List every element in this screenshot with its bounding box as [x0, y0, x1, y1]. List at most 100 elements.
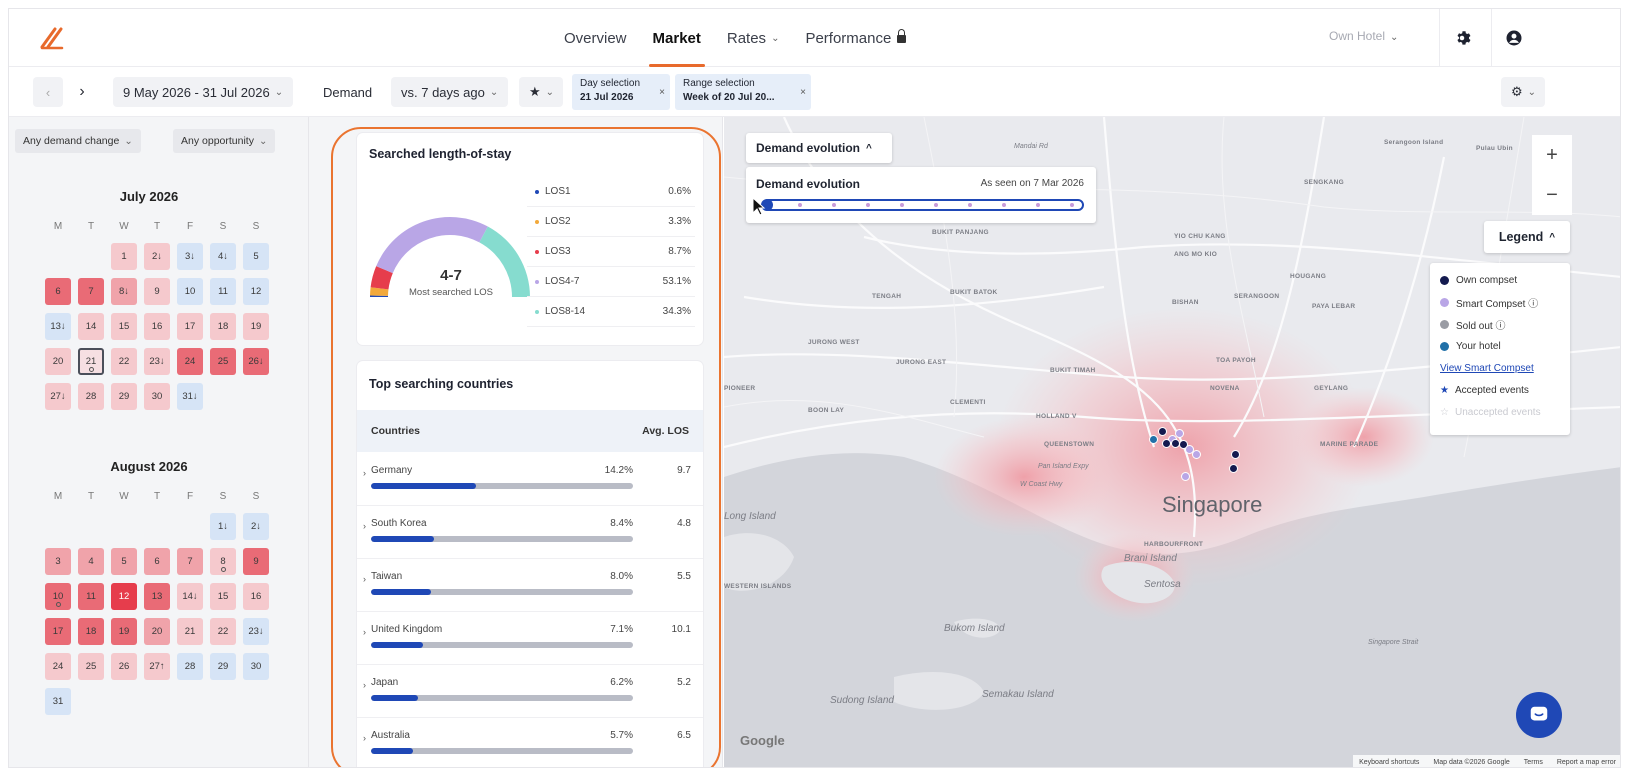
calendar-day[interactable]: 21 [78, 348, 104, 375]
calendar-day[interactable]: 29 [210, 653, 236, 680]
calendar-day[interactable]: 30 [144, 383, 170, 410]
hotel-marker[interactable] [1192, 450, 1201, 459]
legend-accepted-events[interactable]: ★ Accepted events [1440, 379, 1560, 401]
calendar-day[interactable]: 8↓ [111, 278, 137, 305]
calendar-day[interactable]: 2↓ [243, 513, 269, 540]
report-map-error-link[interactable]: Report a map error [1557, 759, 1616, 766]
hotel-marker[interactable] [1175, 429, 1184, 438]
close-icon[interactable]: × [659, 86, 665, 100]
calendar-day[interactable]: 10 [177, 278, 203, 305]
country-row[interactable]: › Japan 6.2% 5.2 [357, 665, 703, 718]
gauge-segment-los4-7[interactable] [376, 217, 488, 274]
calendar-day[interactable]: 12 [243, 278, 269, 305]
calendar-day[interactable]: 9 [243, 548, 269, 575]
calendar-day[interactable]: 14↓ [177, 583, 203, 610]
legend-unaccepted-events[interactable]: ☆ Unaccepted events [1440, 401, 1560, 423]
zoom-out-button[interactable]: − [1532, 175, 1572, 215]
calendar-day[interactable]: 15 [111, 313, 137, 340]
calendar-day[interactable]: 18 [210, 313, 236, 340]
calendar-day[interactable]: 1↓ [210, 513, 236, 540]
tab-overview[interactable]: Overview [564, 9, 627, 67]
calendar-day[interactable]: 28 [78, 383, 104, 410]
calendar-day[interactable]: 25 [78, 653, 104, 680]
calendar-day[interactable]: 22 [210, 618, 236, 645]
timeline-tick[interactable] [934, 203, 938, 207]
calendar-day[interactable]: 18 [78, 618, 104, 645]
legend-item[interactable]: Own compset [1440, 269, 1560, 291]
country-row[interactable]: › Germany 14.2% 9.7 [357, 453, 703, 506]
calendar-day[interactable]: 31↓ [177, 383, 203, 410]
calendar-day[interactable]: 30 [243, 653, 269, 680]
view-settings-button[interactable]: ⚙ ⌄ [1501, 77, 1545, 107]
calendar-day[interactable]: 5 [111, 548, 137, 575]
calendar-day[interactable]: 12 [111, 583, 137, 610]
calendar-day[interactable]: 19 [111, 618, 137, 645]
calendar-day[interactable]: 11 [78, 583, 104, 610]
calendar-day[interactable]: 3 [45, 548, 71, 575]
day-selection-chip[interactable]: Day selection 21 Jul 2026 × [572, 74, 670, 110]
chat-launcher-button[interactable] [1516, 692, 1562, 738]
demand-map[interactable]: Serangoon Island Pulau Ubin SENGKANG BUKIT … [724, 117, 1620, 767]
calendar-day[interactable]: 6 [144, 548, 170, 575]
calendar-day[interactable]: 20 [144, 618, 170, 645]
calendar-day[interactable]: 16 [144, 313, 170, 340]
demand-change-filter[interactable]: Any demand change ⌄ [15, 129, 141, 153]
chevron-right-icon[interactable]: › [363, 680, 366, 690]
calendar-day[interactable]: 7 [78, 278, 104, 305]
star-filter-select[interactable]: ★ ⌄ [519, 77, 563, 107]
calendar-day[interactable]: 24 [45, 653, 71, 680]
calendar-day[interactable]: 17 [45, 618, 71, 645]
calendar-day[interactable]: 10 [45, 583, 71, 610]
calendar-day[interactable]: 7 [177, 548, 203, 575]
calendar-day[interactable]: 17 [177, 313, 203, 340]
calendar-day[interactable]: 27↓ [45, 383, 71, 410]
calendar-day[interactable]: 15 [210, 583, 236, 610]
calendar-day[interactable]: 22 [111, 348, 137, 375]
calendar-day[interactable]: 24 [177, 348, 203, 375]
country-row[interactable]: › Taiwan 8.0% 5.5 [357, 559, 703, 612]
calendar-day[interactable]: 23↓ [144, 348, 170, 375]
range-selection-chip[interactable]: Range selection Week of 20 Jul 20... × [675, 74, 811, 110]
calendar-day[interactable]: 8 [210, 548, 236, 575]
next-period-button[interactable]: › [69, 77, 95, 107]
timeline-slider[interactable] [761, 199, 1084, 211]
tab-market[interactable]: Market [648, 9, 706, 67]
calendar-day[interactable]: 27↑ [144, 653, 170, 680]
tab-rates[interactable]: Rates ⌄ [727, 9, 780, 67]
calendar-day[interactable]: 20 [45, 348, 71, 375]
calendar-day[interactable]: 2↓ [144, 243, 170, 270]
your-hotel-marker[interactable] [1149, 435, 1158, 444]
chevron-right-icon[interactable]: › [363, 733, 366, 743]
legend-item[interactable]: Smart Compset ⓘ [1440, 291, 1560, 313]
demand-evolution-toggle[interactable]: Demand evolution ^ [746, 133, 892, 163]
calendar-day[interactable]: 5 [243, 243, 269, 270]
hotel-marker[interactable] [1162, 439, 1171, 448]
calendar-day[interactable]: 25 [210, 348, 236, 375]
calendar-day[interactable]: 21 [177, 618, 203, 645]
chevron-right-icon[interactable]: › [363, 468, 366, 478]
previous-period-button[interactable]: ‹ [33, 77, 63, 107]
country-row[interactable]: › United Kingdom 7.1% 10.1 [357, 612, 703, 665]
date-range-select[interactable]: 9 May 2026 - 31 Jul 2026 ⌄ [113, 77, 294, 107]
calendar-day[interactable]: 4 [78, 548, 104, 575]
legend-item[interactable]: Your hotel [1440, 335, 1560, 357]
account-button[interactable] [1497, 21, 1531, 55]
calendar-day[interactable]: 6 [45, 278, 71, 305]
calendar-day[interactable]: 31 [45, 688, 71, 715]
calendar-day[interactable]: 23↓ [243, 618, 269, 645]
brand-logo-icon[interactable] [39, 25, 65, 51]
chevron-right-icon[interactable]: › [363, 574, 366, 584]
compare-select[interactable]: vs. 7 days ago ⌄ [391, 77, 509, 107]
calendar-day[interactable]: 16 [243, 583, 269, 610]
calendar-day[interactable]: 13↓ [45, 313, 71, 340]
country-row[interactable]: › South Korea 8.4% 4.8 [357, 506, 703, 559]
legend-toggle[interactable]: Legend ^ [1484, 221, 1570, 253]
calendar-day[interactable]: 14 [78, 313, 104, 340]
timeline-tick[interactable] [1070, 203, 1074, 207]
chevron-right-icon[interactable]: › [363, 521, 366, 531]
calendar-day[interactable]: 13 [144, 583, 170, 610]
timeline-tick[interactable] [798, 203, 802, 207]
calendar-day[interactable]: 26 [111, 653, 137, 680]
timeline-tick[interactable] [866, 203, 870, 207]
calendar-day[interactable]: 11 [210, 278, 236, 305]
